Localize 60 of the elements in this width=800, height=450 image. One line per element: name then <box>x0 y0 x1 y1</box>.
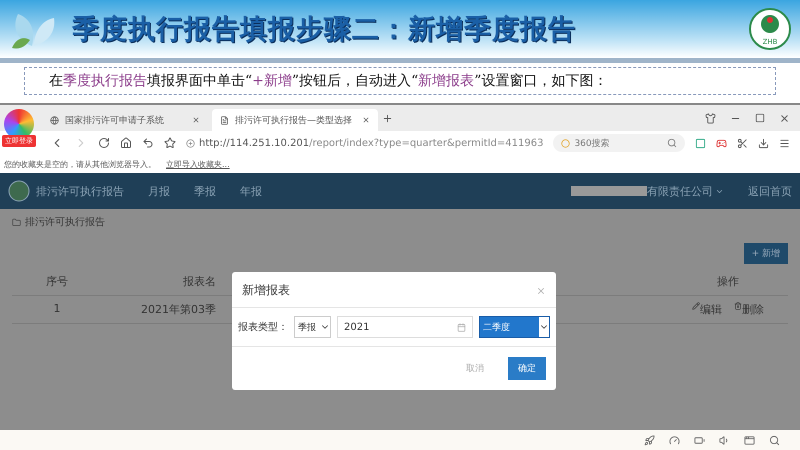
scissors-icon[interactable] <box>737 138 748 148</box>
rocket-icon[interactable] <box>644 434 655 446</box>
column-header: 操作 <box>668 268 788 296</box>
bookmark-notice: 您的收藏夹是空的，请从其他浏览器导入。 <box>4 158 156 170</box>
pencil-icon[interactable] <box>692 302 700 310</box>
address-field[interactable]: http://114.251.10.201/report/index?type=quarter&permitId=411963 <box>186 138 544 148</box>
import-bookmarks-link[interactable]: 立即导入收藏夹... <box>166 158 230 170</box>
apps-icon[interactable] <box>695 138 706 148</box>
instruction-text: 在季度执行报告填报界面中单击“+新增”按钮后，自动进入“新增报表”设置窗口，如下图： <box>24 67 776 95</box>
gauge-icon[interactable] <box>669 434 680 446</box>
close-icon[interactable] <box>192 116 200 124</box>
reload-icon[interactable] <box>98 137 110 149</box>
trash-icon[interactable] <box>734 302 742 310</box>
table-cell: 2021年第03季 <box>102 296 216 324</box>
nav-link[interactable]: 年报 <box>240 184 262 198</box>
undo-icon[interactable] <box>142 137 154 149</box>
download-icon[interactable] <box>758 138 769 148</box>
confirm-button[interactable]: 确定 <box>508 357 546 380</box>
search-icon[interactable] <box>769 434 780 446</box>
search-icon[interactable] <box>667 138 677 148</box>
edit-link[interactable]: 编辑 <box>700 302 722 317</box>
security-icon <box>186 138 195 148</box>
slide-title: 季度执行报告填报步骤二：新增季度报告 <box>72 13 577 47</box>
close-icon[interactable] <box>362 116 370 124</box>
maximize-icon[interactable] <box>755 113 765 123</box>
speaker-icon[interactable] <box>719 434 730 446</box>
page-icon <box>220 116 229 124</box>
browser-tab[interactable]: 国家排污许可申请子系统 <box>42 109 208 131</box>
home-link[interactable]: 返回首页 <box>748 184 792 198</box>
column-header: 序号 <box>12 268 102 296</box>
star-icon[interactable] <box>164 137 176 149</box>
app-title: 排污许可执行报告 <box>36 184 124 198</box>
gamepad-icon[interactable] <box>716 138 727 148</box>
browser-tab[interactable]: 排污许可执行报告—类型选择 <box>212 109 378 131</box>
menu-icon[interactable] <box>779 138 790 148</box>
table-cell: 1 <box>12 296 102 324</box>
close-icon[interactable] <box>779 112 790 124</box>
dialog-title: 新增报表 <box>242 282 290 299</box>
shirt-icon[interactable] <box>705 112 716 124</box>
year-input[interactable]: 2021 <box>337 316 474 338</box>
cancel-button[interactable]: 取消 <box>456 357 494 380</box>
company-dropdown[interactable]: 有限责任公司 <box>647 184 713 198</box>
home-icon[interactable] <box>120 137 132 149</box>
field-label: 报表类型： <box>238 320 288 334</box>
quarter-select[interactable]: 二季度 <box>479 316 550 338</box>
globe-icon <box>50 116 59 124</box>
emblem-logo <box>8 180 30 202</box>
window-icon[interactable] <box>744 434 755 446</box>
column-header: 报表名 <box>102 268 216 296</box>
type-select[interactable]: 季报 <box>294 316 331 338</box>
new-tab-icon[interactable] <box>382 112 393 124</box>
delete-link[interactable]: 删除 <box>742 302 764 317</box>
search-field[interactable]: 360搜索 <box>553 134 685 152</box>
nav-link[interactable]: 季报 <box>194 184 216 198</box>
nav-link[interactable]: 月报 <box>148 184 170 198</box>
breadcrumb: 排污许可执行报告 <box>25 216 105 229</box>
add-button[interactable]: + 新增 <box>744 243 788 264</box>
battery-icon[interactable] <box>694 434 705 446</box>
folder-icon <box>12 218 21 226</box>
search-engine-icon <box>561 138 570 148</box>
